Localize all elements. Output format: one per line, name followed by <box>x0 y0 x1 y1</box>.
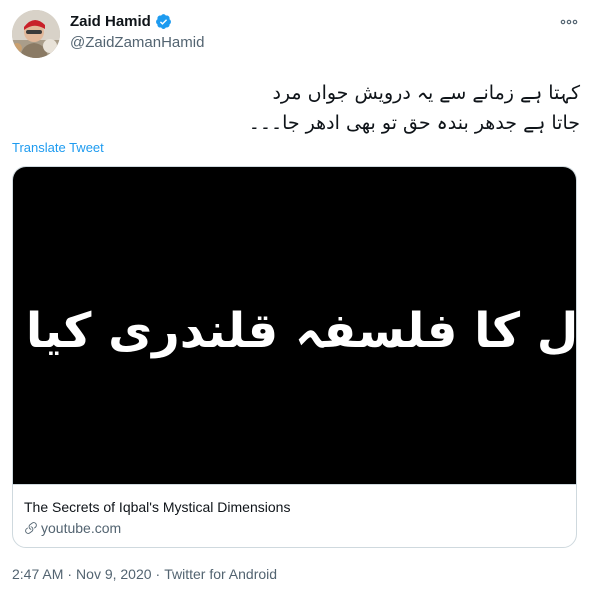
tweet: Zaid Hamid @ZaidZamanHamid کہتا ہے زمانے… <box>0 0 594 592</box>
verified-badge-icon <box>155 13 172 30</box>
tweet-text-line-2: جاتا ہے جدھر بندہ حق تو بھی ادھر جا۔۔۔ <box>248 112 580 134</box>
more-horizontal-icon[interactable] <box>558 12 580 32</box>
author-display-name[interactable]: Zaid Hamid <box>70 13 151 30</box>
card-thumbnail[interactable]: اقبال کا فلسفہ قلندری کیا ہے؟ <box>13 167 576 484</box>
tweet-date[interactable]: Nov 9, 2020 <box>76 566 152 582</box>
card-divider <box>13 484 576 485</box>
avatar[interactable] <box>12 10 60 58</box>
author-name-row[interactable]: Zaid Hamid <box>70 13 172 30</box>
translate-tweet-link[interactable]: Translate Tweet <box>12 140 104 155</box>
avatar-image <box>12 10 60 58</box>
card-title[interactable]: The Secrets of Iqbal's Mystical Dimensio… <box>24 499 290 515</box>
card-thumbnail-text: اقبال کا فلسفہ قلندری کیا ہے؟ <box>13 302 577 359</box>
tweet-text-line-1: کہتا ہے زمانے سے یہ درویش جواں مرد <box>272 82 580 104</box>
meta-separator-1: · <box>67 566 73 582</box>
author-handle[interactable]: @ZaidZamanHamid <box>70 34 204 51</box>
meta-separator-2: · <box>155 566 161 582</box>
card-domain[interactable]: youtube.com <box>24 520 121 536</box>
tweet-metadata: 2:47 AM · Nov 9, 2020 · Twitter for Andr… <box>12 566 277 582</box>
tweet-source[interactable]: Twitter for Android <box>164 566 277 582</box>
link-icon <box>24 521 38 535</box>
link-preview-card[interactable]: اقبال کا فلسفہ قلندری کیا ہے؟ The Secret… <box>12 166 577 548</box>
card-domain-text: youtube.com <box>41 520 122 536</box>
tweet-text: کہتا ہے زمانے سے یہ درویش جواں مرد جاتا … <box>20 78 580 138</box>
tweet-time[interactable]: 2:47 AM <box>12 566 63 582</box>
